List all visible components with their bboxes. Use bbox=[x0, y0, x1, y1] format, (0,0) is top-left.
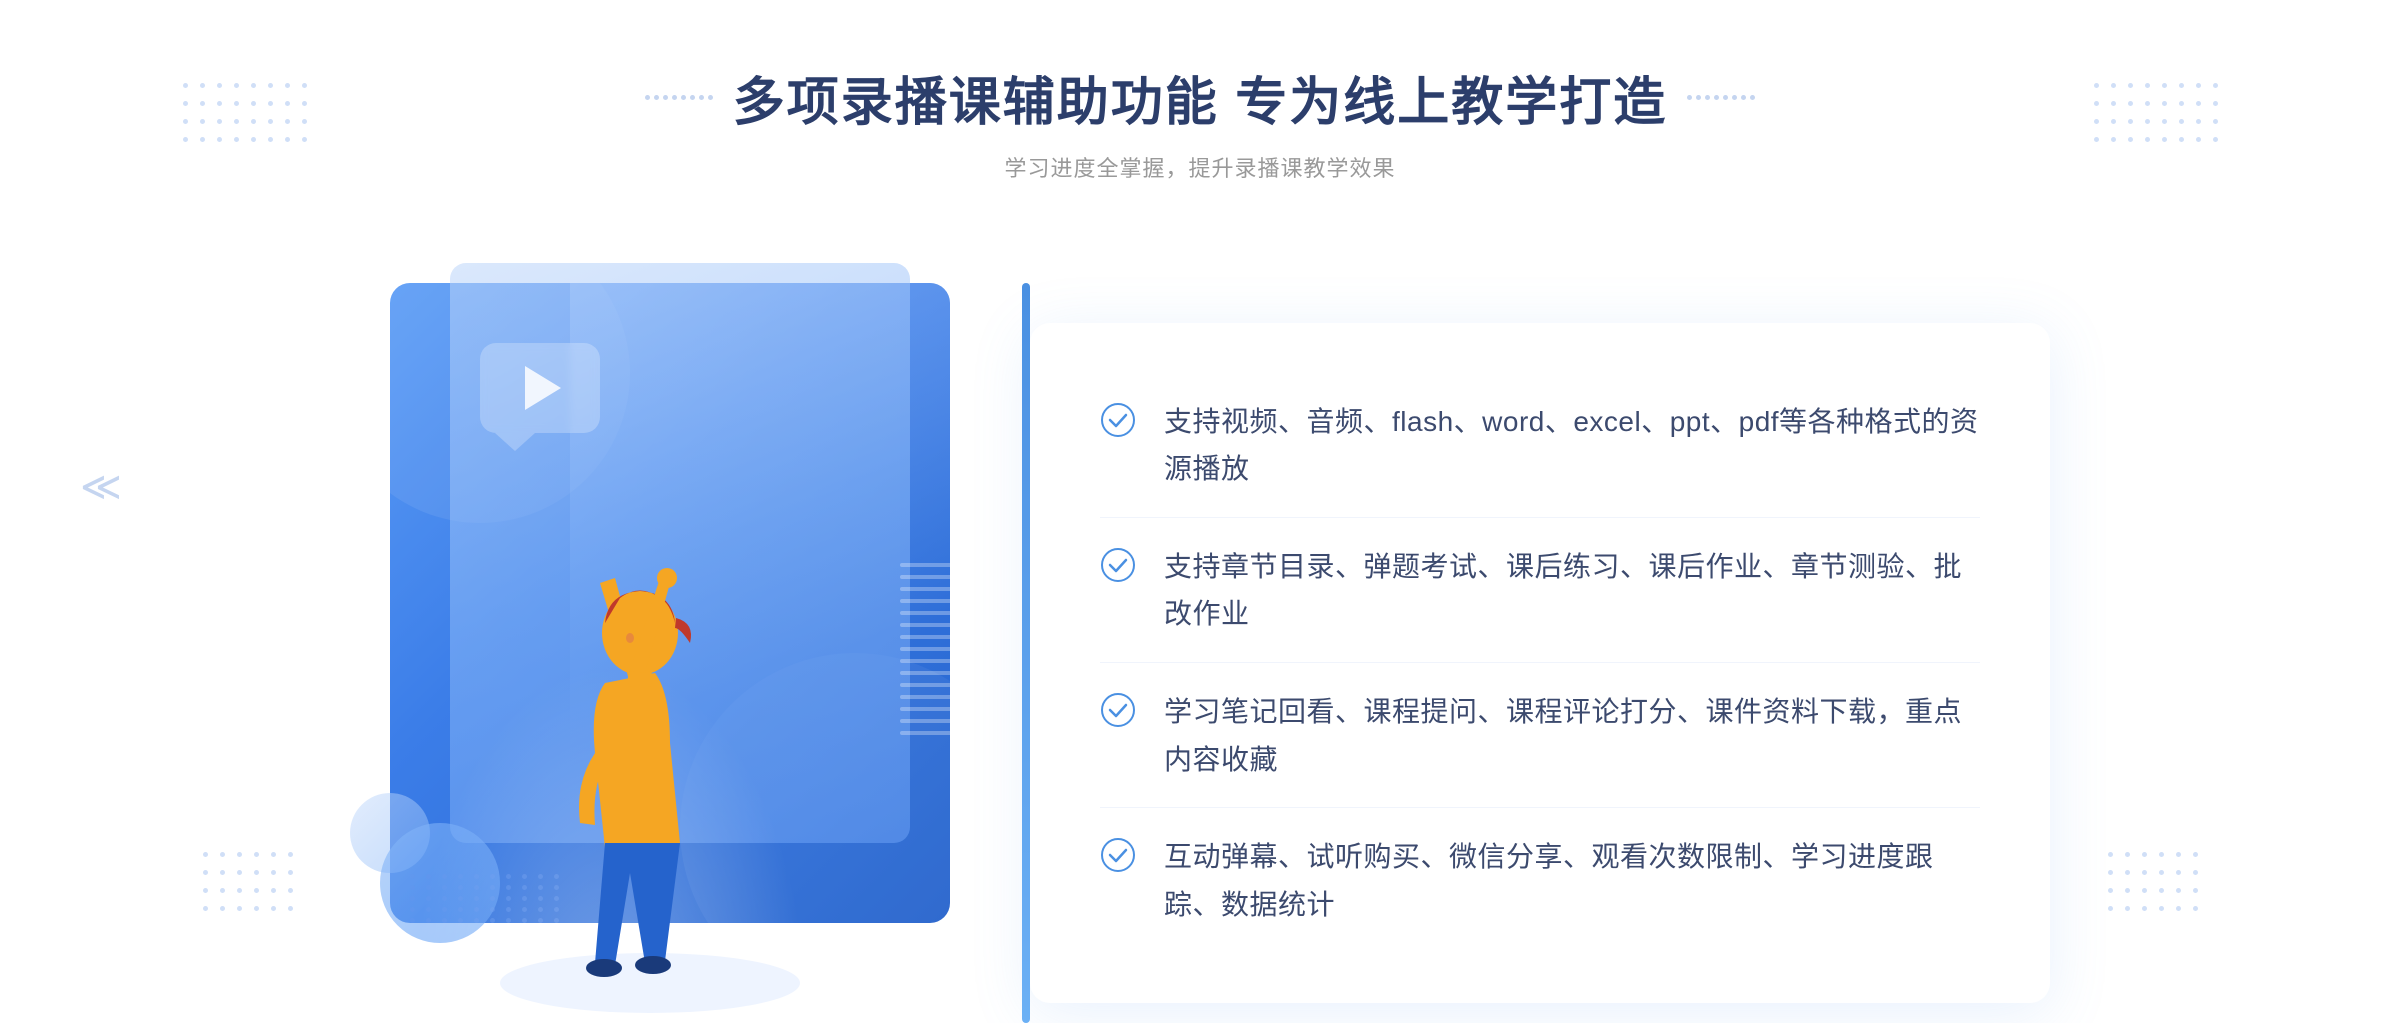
right-title-decoration bbox=[1687, 95, 1755, 100]
illustration-area bbox=[350, 243, 1030, 1023]
page-subtitle: 学习进度全掌握，提升录播课教学效果 bbox=[645, 151, 1755, 183]
feature-text-3: 学习笔记回看、课程提问、课程评论打分、课件资料下载，重点内容收藏 bbox=[1164, 688, 1980, 783]
features-wrapper: 支持视频、音频、flash、word、excel、ppt、pdf等各种格式的资源… bbox=[1030, 283, 2050, 1023]
left-accent-bar bbox=[1022, 283, 1030, 1023]
feature-item-1: 支持视频、音频、flash、word、excel、ppt、pdf等各种格式的资源… bbox=[1100, 374, 1980, 518]
main-content: 支持视频、音频、flash、word、excel、ppt、pdf等各种格式的资源… bbox=[350, 243, 2050, 1023]
page-title: 多项录播课辅助功能 专为线上教学打造 bbox=[733, 60, 1667, 135]
striped-rect-decoration bbox=[900, 563, 960, 743]
feature-text-1: 支持视频、音频、flash、word、excel、ppt、pdf等各种格式的资源… bbox=[1164, 398, 1980, 493]
feature-text-2: 支持章节目录、弹题考试、课后练习、课后作业、章节测验、批改作业 bbox=[1164, 543, 1980, 638]
check-icon-4 bbox=[1100, 837, 1136, 873]
person-illustration bbox=[430, 403, 880, 1023]
feature-item-3: 学习笔记回看、课程提问、课程评论打分、课件资料下载，重点内容收藏 bbox=[1100, 664, 1980, 808]
check-icon-2 bbox=[1100, 547, 1136, 583]
title-row: 多项录播课辅助功能 专为线上教学打造 bbox=[645, 60, 1755, 135]
left-arrow-decoration: ≪ bbox=[80, 464, 114, 510]
page-container: ≪ 多项录播课辅助功能 专为线上教学打造 学习进度全掌握，提升录播课教学效果 bbox=[0, 0, 2400, 974]
check-icon-1 bbox=[1100, 402, 1136, 438]
feature-item-2: 支持章节目录、弹题考试、课后练习、课后作业、章节测验、批改作业 bbox=[1100, 519, 1980, 663]
header-section: 多项录播课辅助功能 专为线上教学打造 学习进度全掌握，提升录播课教学效果 bbox=[645, 60, 1755, 183]
features-area: 支持视频、音频、flash、word、excel、ppt、pdf等各种格式的资源… bbox=[1030, 323, 2050, 1003]
feature-text-4: 互动弹幕、试听购买、微信分享、观看次数限制、学习进度跟踪、数据统计 bbox=[1164, 833, 1980, 928]
left-title-decoration bbox=[645, 95, 713, 100]
feature-item-4: 互动弹幕、试听购买、微信分享、观看次数限制、学习进度跟踪、数据统计 bbox=[1100, 809, 1980, 952]
check-icon-3 bbox=[1100, 692, 1136, 728]
